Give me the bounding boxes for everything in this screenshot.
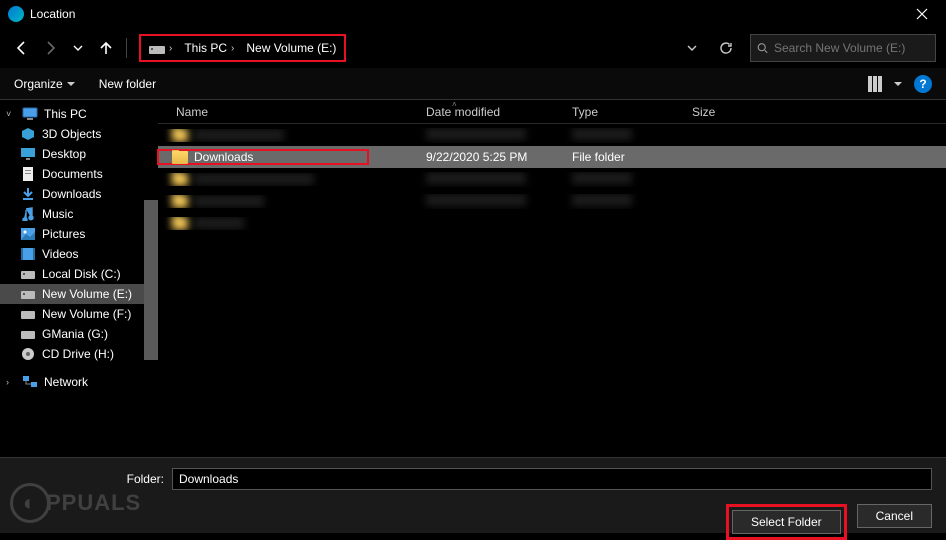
col-size[interactable]: Size — [684, 105, 784, 119]
column-headers[interactable]: Name Date modified Type Size ˄ — [158, 100, 946, 124]
tree-videos[interactable]: Videos — [0, 244, 158, 264]
address-highlight: › This PC› New Volume (E:) — [139, 34, 346, 62]
tree-this-pc[interactable]: ˅ This PC — [0, 104, 158, 124]
file-name: Downloads — [194, 150, 253, 164]
list-item[interactable] — [158, 212, 946, 234]
search-icon — [757, 41, 768, 55]
address-bar[interactable]: › This PC› New Volume (E:) — [139, 34, 746, 62]
select-folder-button[interactable]: Select Folder — [732, 510, 841, 534]
crumb-drive-icon[interactable]: › — [143, 42, 178, 54]
tree-3d-objects[interactable]: 3D Objects — [0, 124, 158, 144]
main-area: ˅ This PC 3D Objects Desktop Documents D… — [0, 100, 946, 460]
file-date: 9/22/2020 5:25 PM — [418, 150, 564, 164]
col-type[interactable]: Type — [564, 105, 684, 119]
up-button[interactable] — [94, 36, 118, 60]
crumb-current[interactable]: New Volume (E:) — [240, 41, 342, 55]
forward-button[interactable] — [38, 36, 62, 60]
nav-tree[interactable]: ˅ This PC 3D Objects Desktop Documents D… — [0, 100, 158, 460]
refresh-button[interactable] — [714, 36, 738, 60]
tree-network[interactable]: › Network — [0, 372, 158, 392]
address-dropdown[interactable] — [680, 36, 704, 60]
file-list[interactable]: Name Date modified Type Size ˄ Downloads… — [158, 100, 946, 460]
tree-scrollbar[interactable] — [144, 200, 158, 360]
folder-name-input[interactable] — [172, 468, 932, 490]
tree-downloads[interactable]: Downloads — [0, 184, 158, 204]
window-title: Location — [30, 7, 75, 21]
list-item[interactable] — [158, 190, 946, 212]
col-date[interactable]: Date modified — [418, 105, 564, 119]
tree-new-volume-e[interactable]: New Volume (E:) — [0, 284, 158, 304]
col-name[interactable]: Name — [158, 105, 418, 119]
tree-gmania-g[interactable]: GMania (G:) — [0, 324, 158, 344]
separator — [126, 38, 127, 58]
footer-panel: Folder: Select Folder Cancel — [0, 457, 946, 533]
file-type: File folder — [564, 150, 684, 164]
crumb-this-pc[interactable]: This PC› — [178, 41, 240, 55]
back-button[interactable] — [10, 36, 34, 60]
organize-button[interactable]: Organize — [14, 77, 75, 91]
tree-cd-drive-h[interactable]: CD Drive (H:) — [0, 344, 158, 364]
search-box[interactable] — [750, 34, 936, 62]
folder-label: Folder: — [14, 472, 164, 486]
cancel-button[interactable]: Cancel — [857, 504, 932, 528]
folder-icon — [172, 151, 188, 164]
tree-desktop[interactable]: Desktop — [0, 144, 158, 164]
recent-locations-button[interactable] — [66, 36, 90, 60]
select-folder-highlight: Select Folder — [726, 504, 847, 540]
edge-icon — [8, 6, 24, 22]
nav-bar: › This PC› New Volume (E:) — [0, 28, 946, 68]
close-button[interactable] — [906, 0, 938, 28]
command-bar: Organize New folder ? — [0, 68, 946, 100]
new-folder-button[interactable]: New folder — [99, 77, 156, 91]
list-item[interactable] — [158, 168, 946, 190]
tree-music[interactable]: Music — [0, 204, 158, 224]
title-bar: Location — [0, 0, 946, 28]
tree-local-disk-c[interactable]: Local Disk (C:) — [0, 264, 158, 284]
sort-indicator-icon: ˄ — [452, 100, 457, 109]
tree-documents[interactable]: Documents — [0, 164, 158, 184]
tree-new-volume-f[interactable]: New Volume (F:) — [0, 304, 158, 324]
tree-pictures[interactable]: Pictures — [0, 224, 158, 244]
list-item-downloads[interactable]: Downloads 9/22/2020 5:25 PM File folder — [158, 146, 946, 168]
view-button[interactable] — [868, 76, 902, 92]
help-button[interactable]: ? — [914, 75, 932, 93]
list-item[interactable] — [158, 124, 946, 146]
search-input[interactable] — [774, 41, 929, 55]
